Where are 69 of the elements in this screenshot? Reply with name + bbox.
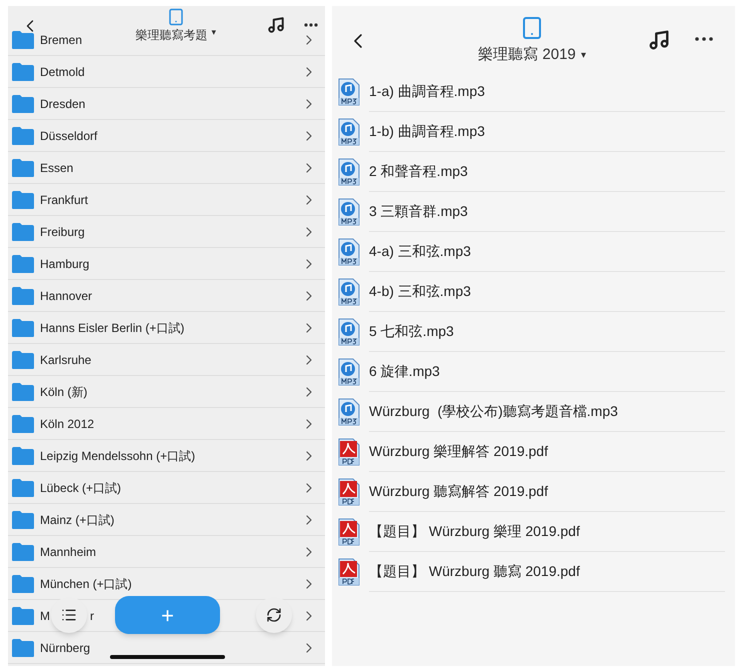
sync-button[interactable] xyxy=(256,597,292,633)
folder-name: Essen xyxy=(40,160,74,176)
folder-icon xyxy=(11,190,35,210)
folder-icon xyxy=(11,478,35,498)
folder-icon xyxy=(11,222,35,242)
folder-icon xyxy=(11,318,35,338)
pdf-file-icon xyxy=(338,558,360,586)
folder-icon xyxy=(11,30,35,50)
music-button[interactable] xyxy=(648,29,670,51)
folder-name: Dresden xyxy=(40,96,86,112)
folder-name: Mannheim xyxy=(40,544,96,560)
folder-title-dropdown[interactable]: 樂理聽寫 2019 ▾ xyxy=(478,44,586,66)
folder-name: Nürnberg xyxy=(40,640,90,656)
tablet-icon xyxy=(520,16,544,40)
folder-icon xyxy=(11,126,35,146)
folder-name: M xyxy=(40,608,50,624)
audio-file-icon xyxy=(338,118,360,146)
pdf-file-icon xyxy=(338,518,360,546)
folder-name: München (+口試) xyxy=(40,576,132,592)
more-icon xyxy=(304,23,318,27)
folder-icon xyxy=(11,62,35,82)
sync-icon xyxy=(266,607,282,623)
folder-name: Freiburg xyxy=(40,224,85,240)
folder-icon xyxy=(11,414,35,434)
folder-name: Köln 2012 xyxy=(40,416,94,432)
folder-name: Mainz (+口試) xyxy=(40,512,114,528)
audio-file-icon xyxy=(338,358,360,386)
folder-icon xyxy=(11,350,35,370)
audio-file-icon xyxy=(338,398,360,426)
list-button[interactable] xyxy=(51,597,87,633)
folder-name: Karlsruhe xyxy=(40,352,92,368)
audio-file-icon xyxy=(338,238,360,266)
folder-icon xyxy=(11,158,35,178)
folder-icon xyxy=(11,382,35,402)
pdf-file-icon xyxy=(338,438,360,466)
folder-name: Düsseldorf xyxy=(40,128,98,144)
folder-icon xyxy=(11,254,35,274)
folder-icon xyxy=(11,606,35,626)
folder-icon xyxy=(11,574,35,594)
audio-file-icon xyxy=(338,198,360,226)
audio-file-icon xyxy=(338,78,360,106)
folder-icon xyxy=(11,286,35,306)
music-note-icon xyxy=(267,16,285,34)
audio-file-icon xyxy=(338,318,360,346)
folder-title-dropdown[interactable]: 樂理聽寫考題 ▾ xyxy=(136,26,216,44)
list-icon xyxy=(61,607,77,623)
folder-name: Frankfurt xyxy=(40,192,88,208)
folder-name: Lübeck (+口試) xyxy=(40,480,122,496)
folder-name: Bremen xyxy=(40,32,82,48)
folder-name: Detmold xyxy=(40,64,85,80)
more-button[interactable] xyxy=(692,34,716,44)
folder-icon xyxy=(11,542,35,562)
folder-name: r xyxy=(90,608,94,624)
audio-file-icon xyxy=(338,158,360,186)
folder-icon xyxy=(11,510,35,530)
folder-name: Hamburg xyxy=(40,256,90,272)
music-button[interactable] xyxy=(267,16,285,34)
pdf-file-icon xyxy=(338,478,360,506)
music-note-icon xyxy=(648,29,670,51)
folder-icon xyxy=(11,446,35,466)
folder-name: Leipzig Mendelssohn (+口試) xyxy=(40,448,196,464)
folder-name: Hanns Eisler Berlin (+口試) xyxy=(40,320,184,336)
folder-icon xyxy=(11,94,35,114)
more-icon xyxy=(695,37,713,41)
folder-name: Hannover xyxy=(40,288,92,304)
folder-name: Köln (新) xyxy=(40,384,88,400)
folder-icon xyxy=(11,638,35,658)
tablet-icon xyxy=(167,8,185,26)
audio-file-icon xyxy=(338,278,360,306)
